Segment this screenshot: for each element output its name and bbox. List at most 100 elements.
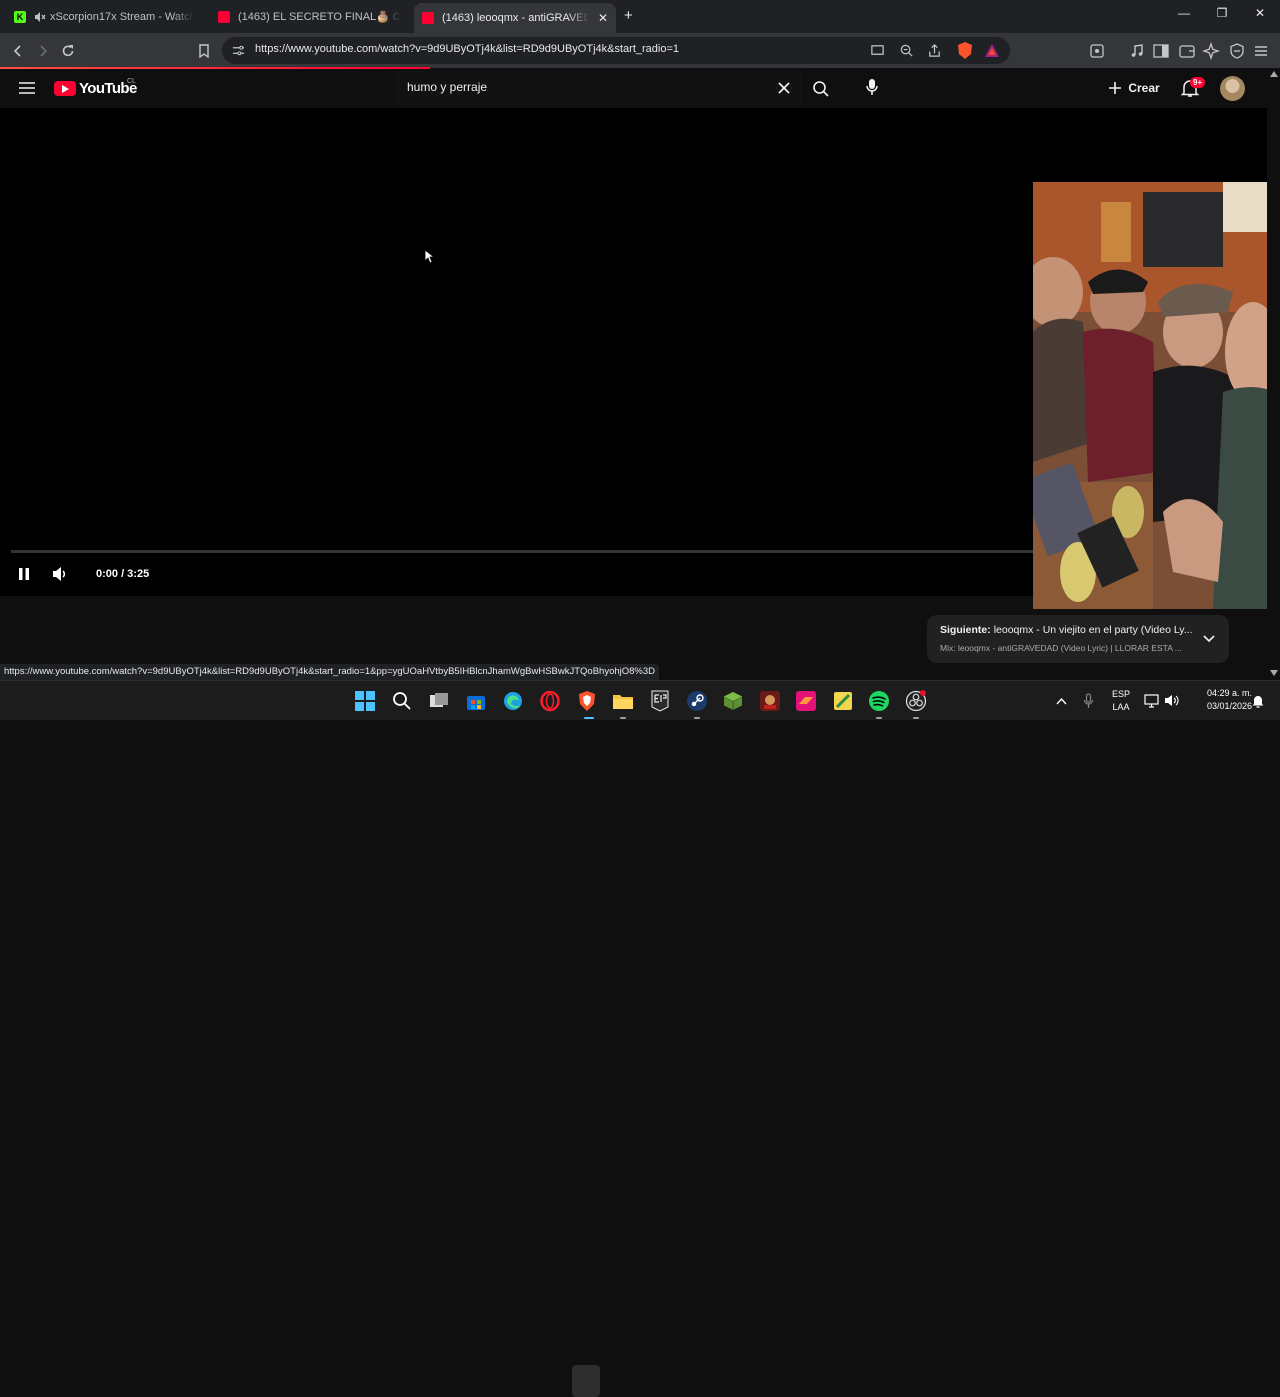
hamburger-menu-icon[interactable] <box>18 80 36 96</box>
running-app-indicator <box>694 717 700 719</box>
tab-kick-stream[interactable]: K xScorpion17x Stream - Watch Live <box>6 4 202 29</box>
windows-taskbar: ESP LAA 04:29 a. m. 03/01/2026 <box>0 680 1280 1397</box>
language-indicator[interactable]: ESP LAA <box>1108 689 1134 712</box>
youtube-play-logo-icon <box>54 81 76 96</box>
voice-search-button[interactable] <box>857 72 887 102</box>
running-app-indicator <box>620 717 626 719</box>
address-bar[interactable]: https://www.youtube.com/watch?v=9d9UByOT… <box>222 37 1010 64</box>
search-icon <box>813 81 829 97</box>
pause-icon[interactable] <box>16 566 32 582</box>
clock[interactable]: 04:29 a. m. 03/01/2026 <box>1186 688 1252 711</box>
obs-icon[interactable] <box>905 690 927 712</box>
vpn-shield-icon[interactable] <box>1228 42 1246 60</box>
brave-icon[interactable] <box>576 690 598 712</box>
forza-horizon-icon[interactable] <box>795 690 817 712</box>
spotify-icon[interactable] <box>868 690 890 712</box>
up-next-card[interactable]: Siguiente: leooqmx - Un viejito en el pa… <box>927 615 1229 663</box>
brave-rewards-icon[interactable] <box>984 43 1000 58</box>
share-icon[interactable] <box>927 43 942 58</box>
file-explorer-icon[interactable] <box>612 690 634 712</box>
close-tab-icon[interactable]: ✕ <box>598 11 608 25</box>
speaker-icon[interactable] <box>1164 693 1179 708</box>
search-button[interactable] <box>802 71 840 106</box>
microphone-icon <box>866 79 878 95</box>
scroll-down-icon[interactable] <box>1270 670 1278 676</box>
notification-center-icon[interactable] <box>1251 693 1265 709</box>
forward-icon[interactable] <box>34 42 52 60</box>
running-app-indicator <box>913 717 919 719</box>
sidebar-icon[interactable] <box>1152 42 1170 60</box>
tab-el-secreto-final[interactable]: (1463) EL SECRETO FINAL🎂 Capitulo <box>210 4 410 29</box>
country-code: CL <box>127 78 136 85</box>
microsoft-store-icon[interactable] <box>465 690 487 712</box>
leo-ai-icon[interactable] <box>1202 42 1220 60</box>
tab-title: (1463) EL SECRETO FINAL🎂 Capitulo <box>238 11 402 23</box>
task-view-icon[interactable] <box>428 690 450 712</box>
time-display: 0:00 / 3:25 <box>96 568 150 580</box>
browser-tab-strip: K xScorpion17x Stream - Watch Live (1463… <box>0 0 1280 33</box>
kick-favicon-icon: K <box>14 10 26 23</box>
create-label: Crear <box>1128 81 1160 95</box>
progress-bar[interactable] <box>11 550 1033 553</box>
scroll-up-icon[interactable] <box>1270 71 1278 77</box>
screenshot-icon[interactable] <box>1088 42 1106 60</box>
minimize-icon[interactable]: — <box>1174 6 1194 20</box>
notification-count-badge: 9+ <box>1190 77 1206 88</box>
clock-date: 03/01/2026 <box>1206 701 1252 711</box>
microphone-tray-icon[interactable] <box>1083 693 1094 709</box>
clock-time: 04:29 a. m. <box>1206 688 1252 698</box>
search-query-text: humo y perraje <box>407 80 488 94</box>
close-window-icon[interactable]: ✕ <box>1250 6 1270 20</box>
tab-title: xScorpion17x Stream - Watch Live <box>50 10 194 23</box>
muted-speaker-icon[interactable] <box>34 11 46 23</box>
page-scrollbar[interactable] <box>1267 69 1280 680</box>
running-app-indicator <box>876 717 882 719</box>
new-tab-button[interactable]: + <box>624 7 633 24</box>
up-next-label: Siguiente: <box>940 624 991 636</box>
brave-shields-icon[interactable] <box>956 41 974 60</box>
active-app-highlight <box>572 1365 600 1397</box>
active-app-indicator <box>584 717 594 719</box>
chevron-up-icon[interactable] <box>1056 697 1067 705</box>
keyboard-layout: LAA <box>1112 702 1130 712</box>
link-preview-statusbar: https://www.youtube.com/watch?v=9d9UByOT… <box>0 664 660 680</box>
tab-title: (1463) leooqmx - antiGRAVEDAD <box>442 12 590 24</box>
zoom-icon[interactable] <box>899 43 914 58</box>
opera-icon[interactable] <box>539 690 561 712</box>
language-code: ESP <box>1111 689 1130 699</box>
youtube-favicon-icon <box>218 10 230 23</box>
youtube-favicon-icon <box>422 12 434 24</box>
taskbar-search-icon[interactable] <box>391 690 413 712</box>
bookmark-icon[interactable] <box>195 42 213 60</box>
youtube-logo[interactable]: YouTube <box>54 80 137 97</box>
reload-icon[interactable] <box>59 42 77 60</box>
wallet-icon[interactable] <box>1178 42 1196 60</box>
media-controls-icon[interactable] <box>1128 42 1146 60</box>
tab-antigravedad[interactable]: (1463) leooqmx - antiGRAVEDAD ✕ <box>414 3 616 33</box>
cast-icon[interactable] <box>870 43 885 58</box>
site-settings-icon[interactable] <box>232 44 245 57</box>
webcam-image <box>1033 182 1274 609</box>
up-next-title: leooqmx - Un viejito en el party (Video … <box>993 624 1193 636</box>
windows-start-icon[interactable] <box>354 690 376 712</box>
clear-search-icon[interactable] <box>777 81 791 95</box>
menu-icon[interactable] <box>1252 42 1270 60</box>
steam-icon[interactable] <box>686 690 708 712</box>
up-next-title-line: Siguiente: leooqmx - Un viejito en el pa… <box>940 624 1200 636</box>
up-next-subtitle: Mix: leooqmx - antiGRAVEDAD (Video Lyric… <box>940 643 1182 653</box>
chevron-down-icon[interactable] <box>1201 630 1217 646</box>
back-icon[interactable] <box>9 42 27 60</box>
epic-games-icon[interactable] <box>649 690 671 712</box>
game-launcher-icon[interactable] <box>759 690 781 712</box>
volume-icon[interactable] <box>52 566 70 582</box>
minecraft-icon[interactable] <box>722 690 744 712</box>
browser-toolbar: https://www.youtube.com/watch?v=9d9UByOT… <box>0 33 1280 68</box>
avatar[interactable] <box>1220 76 1245 101</box>
maximize-icon[interactable]: ❐ <box>1212 6 1232 20</box>
search-input[interactable]: humo y perraje <box>396 71 802 106</box>
plus-icon <box>1109 82 1122 94</box>
notes-app-icon[interactable] <box>832 690 854 712</box>
edge-icon[interactable] <box>502 690 524 712</box>
create-button[interactable]: Crear <box>1100 73 1168 103</box>
network-icon[interactable] <box>1144 693 1159 708</box>
